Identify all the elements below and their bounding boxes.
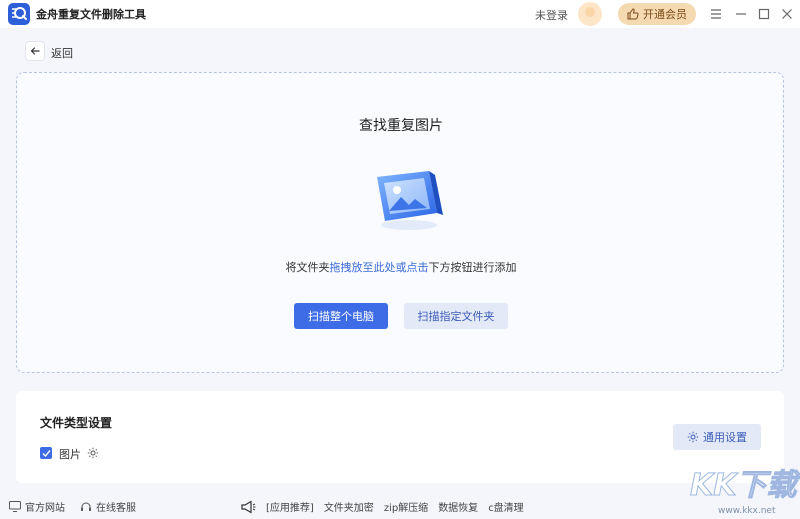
hint-suffix: 下方按钮进行添加	[428, 261, 517, 274]
hint-prefix: 将文件夹	[285, 261, 330, 274]
headset-icon	[81, 502, 91, 511]
image-illustration-icon	[377, 171, 443, 230]
settings-title: 文件类型设置	[40, 416, 113, 430]
official-website-label: 官方网站	[25, 503, 65, 514]
app-title: 金舟重复文件删除工具	[36, 8, 146, 21]
menu-icon[interactable]	[708, 6, 724, 22]
online-support-link[interactable]: 在线客服	[80, 499, 136, 514]
login-status[interactable]: 未登录	[535, 7, 568, 23]
general-settings-label: 通用设置	[703, 431, 747, 444]
official-website-link[interactable]: 官方网站	[9, 499, 65, 514]
drop-zone-hint: 将文件夹拖拽放至此处或点击下方按钮进行添加	[17, 259, 785, 275]
back-button[interactable]	[25, 41, 45, 61]
footer-app-links: [应用推荐] 文件夹加密 zip解压缩 数据恢复 c盘清理	[240, 499, 524, 514]
footer-link-zip[interactable]: zip解压缩	[384, 499, 428, 514]
vip-label: 开通会员	[643, 8, 687, 21]
monitor-icon	[9, 501, 21, 512]
app-logo-icon	[8, 3, 30, 25]
close-icon[interactable]	[779, 6, 795, 22]
online-support-label: 在线客服	[96, 503, 136, 514]
scan-folder-button[interactable]: 扫描指定文件夹	[404, 303, 508, 329]
title-bar: 金舟重复文件删除工具 未登录 开通会员	[0, 0, 800, 28]
footer-link-folder-encrypt[interactable]: 文件夹加密	[324, 499, 374, 514]
thumbs-up-icon	[627, 8, 639, 20]
settings-gear-icon	[687, 431, 699, 443]
avatar[interactable]	[578, 2, 602, 26]
megaphone-icon	[241, 499, 256, 514]
footer-link-data-recovery[interactable]: 数据恢复	[438, 499, 478, 514]
watermark-url: www.kkx.net	[718, 506, 776, 516]
file-type-settings-panel: 文件类型设置 图片 通用设置	[16, 391, 784, 483]
arrow-left-icon	[30, 47, 40, 55]
scan-whole-computer-button[interactable]: 扫描整个电脑	[294, 303, 388, 329]
image-checkbox-label[interactable]: 图片	[59, 446, 81, 462]
gear-icon[interactable]	[87, 447, 99, 459]
minimize-icon[interactable]	[733, 6, 749, 22]
drop-zone[interactable]: 查找重复图片 将文件夹拖拽放至此处或点击下方按钮进行添加 扫描整个电脑 扫描指定…	[16, 72, 784, 373]
watermark-logo: KK下载	[690, 468, 797, 504]
check-icon	[42, 449, 51, 457]
general-settings-button[interactable]: 通用设置	[673, 424, 761, 450]
maximize-icon[interactable]	[756, 6, 772, 22]
footer-link-c-drive-clean[interactable]: c盘清理	[488, 499, 524, 514]
drop-zone-title: 查找重复图片	[359, 118, 443, 134]
vip-button[interactable]: 开通会员	[618, 3, 696, 25]
back-label[interactable]: 返回	[51, 45, 73, 61]
image-checkbox[interactable]	[40, 447, 52, 459]
app-recommend-label: [应用推荐]	[266, 503, 314, 514]
hint-highlight: 拖拽放至此处或点击	[329, 261, 429, 274]
